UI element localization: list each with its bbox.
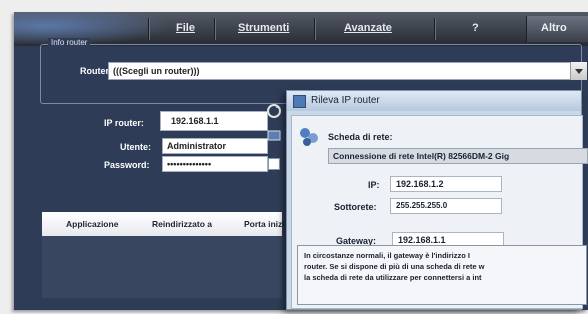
chevron-down-icon[interactable] xyxy=(570,62,587,80)
user-icon xyxy=(267,130,281,141)
dialog-title: Rileva IP router xyxy=(311,95,380,106)
note-line: router. Se si dispone di più di una sche… xyxy=(304,262,485,271)
menu-help[interactable]: ? xyxy=(472,22,479,34)
menu-avanzate[interactable]: Avanzate xyxy=(344,22,392,34)
tab-reindirizzato[interactable]: Reindirizzato a xyxy=(152,219,212,229)
password-label: Password: xyxy=(104,160,150,170)
subnet-label: Sottorete: xyxy=(334,202,377,212)
ip-router-field[interactable]: 192.168.1.1 xyxy=(160,111,268,131)
title-glow xyxy=(14,12,174,46)
refresh-icon[interactable] xyxy=(266,103,282,119)
adapter-label: Scheda di rete: xyxy=(328,132,393,142)
menu-separator xyxy=(434,18,435,40)
tab-porta[interactable]: Porta inizi xyxy=(244,219,285,229)
router-select[interactable]: (((Scegli un router))) xyxy=(108,62,587,80)
dialog-titlebar[interactable]: Rileva IP router xyxy=(287,91,581,111)
altro-label: Altro xyxy=(541,22,567,34)
menu-separator xyxy=(148,18,149,40)
port-list-panel xyxy=(42,236,282,298)
ip-field[interactable]: 192.168.1.2 xyxy=(390,176,502,192)
network-adapter-icon xyxy=(300,128,318,146)
tab-applicazione[interactable]: Applicazione xyxy=(66,219,118,229)
adapter-value[interactable]: Connessione di rete Intel(R) 82566DM-2 G… xyxy=(328,148,588,164)
app-icon xyxy=(293,95,306,108)
note-line: la scheda di rete da utilizzare per conn… xyxy=(304,273,482,282)
menu-separator xyxy=(214,18,215,40)
menu-file[interactable]: File xyxy=(176,22,195,34)
rileva-ip-dialog: Rileva IP router Scheda di rete: Conness… xyxy=(286,90,588,310)
user-label: Utente: xyxy=(120,142,151,152)
menu-separator xyxy=(314,18,315,40)
ip-label: IP: xyxy=(368,180,380,190)
menu-strumenti[interactable]: Strumenti xyxy=(238,22,289,34)
subnet-field[interactable]: 255.255.255.0 xyxy=(390,198,502,214)
note-line: In circostanze normali, il gateway è l'i… xyxy=(304,251,470,260)
ip-router-label: IP router: xyxy=(104,118,144,128)
altro-button[interactable]: Altro xyxy=(526,16,588,42)
router-select-value: (((Scegli un router))) xyxy=(113,66,200,76)
tabs-bar: Applicazione Reindirizzato a Porta inizi xyxy=(42,212,285,237)
gateway-note: In circostanze normali, il gateway è l'i… xyxy=(297,245,587,305)
user-field[interactable]: Administrator xyxy=(162,138,268,154)
info-router-label: Info router xyxy=(48,38,91,47)
password-field[interactable]: •••••••••••••• xyxy=(162,156,268,172)
show-password-checkbox[interactable] xyxy=(268,158,280,170)
menu-bar: File Strumenti Avanzate ? Altro xyxy=(14,12,588,46)
